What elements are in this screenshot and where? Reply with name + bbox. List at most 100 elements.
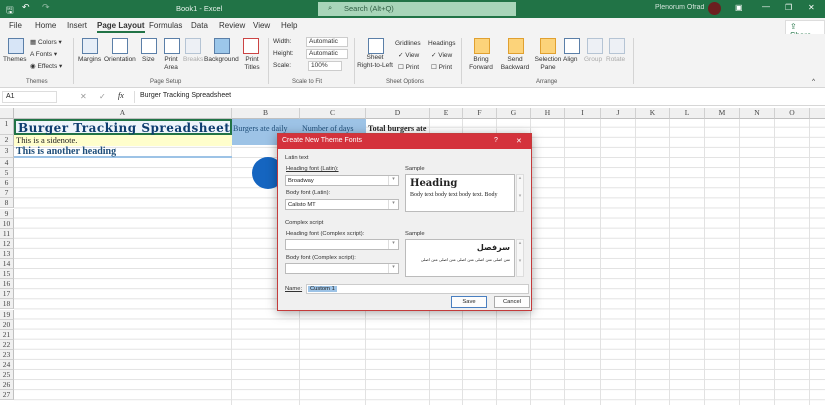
cs-body-font-select[interactable]: ▾ <box>285 263 399 274</box>
row-header-3[interactable]: 3 <box>0 146 14 158</box>
tab-help[interactable]: Help <box>281 21 297 30</box>
tab-data[interactable]: Data <box>191 21 208 30</box>
print-area-button[interactable]: Print Area <box>160 56 182 72</box>
avatar[interactable] <box>708 2 721 15</box>
row-header-24[interactable]: 24 <box>0 360 14 371</box>
body-font-select[interactable]: Calisto MT ▾ <box>285 199 399 210</box>
save-icon[interactable]: 🖫 <box>6 3 14 19</box>
column-header-I[interactable]: I <box>565 108 601 119</box>
gridlines-view-checkbox[interactable]: ✓ View <box>398 52 419 60</box>
redo-icon[interactable]: ↷ <box>42 2 50 13</box>
column-header-L[interactable]: L <box>670 108 705 119</box>
row-header-9[interactable]: 9 <box>0 208 14 219</box>
column-header-D[interactable]: D <box>366 108 430 119</box>
headings-view-checkbox[interactable]: ✓ View <box>431 52 452 60</box>
close-button[interactable]: ✕ <box>516 137 522 145</box>
row-header-18[interactable]: 18 <box>0 299 14 310</box>
collapse-ribbon-icon[interactable]: ^ <box>812 78 815 86</box>
cs-heading-font-select[interactable]: ▾ <box>285 239 399 250</box>
row-header-11[interactable]: 11 <box>0 228 14 239</box>
select-all-button[interactable] <box>0 108 14 119</box>
headings-print-checkbox[interactable]: ☐ Print <box>431 64 452 72</box>
minimize-icon[interactable]: — <box>762 2 770 11</box>
themes-button[interactable]: Themes <box>3 56 26 64</box>
row-header-22[interactable]: 22 <box>0 339 14 350</box>
tab-formulas[interactable]: Formulas <box>149 21 182 30</box>
row-header-15[interactable]: 15 <box>0 269 14 280</box>
row-header-23[interactable]: 23 <box>0 349 14 360</box>
colors-button[interactable]: ▦ Colors ▾ <box>30 39 62 47</box>
sample-scrollbar[interactable]: ▴ ▾ <box>516 174 524 212</box>
enter-icon[interactable]: ✓ <box>99 92 106 101</box>
rotate-button[interactable]: Rotate <box>606 56 625 64</box>
cell-d1[interactable]: Total burgers ate <box>368 124 430 133</box>
column-header-F[interactable]: F <box>463 108 497 119</box>
formula-input[interactable]: Burger Tracking Spreadsheet <box>134 91 824 103</box>
cell-a2[interactable]: This is a sidenote. <box>14 135 232 146</box>
cell-b1[interactable]: Burgers ate daily <box>233 124 288 133</box>
row-header-7[interactable]: 7 <box>0 188 14 199</box>
tab-insert[interactable]: Insert <box>67 21 87 30</box>
width-select[interactable]: Automatic <box>306 37 348 47</box>
row-header-27[interactable]: 27 <box>0 390 14 401</box>
row-header-1[interactable]: 1 <box>0 119 14 135</box>
column-header-P[interactable]: P <box>810 108 825 119</box>
column-header-O[interactable]: O <box>775 108 810 119</box>
undo-icon[interactable]: ↶ <box>22 2 30 13</box>
row-header-10[interactable]: 10 <box>0 218 14 229</box>
column-header-N[interactable]: N <box>740 108 775 119</box>
tab-home[interactable]: Home <box>35 21 56 30</box>
cell-a3[interactable]: This is another heading <box>14 146 232 158</box>
insert-function-icon[interactable]: fx <box>118 91 124 100</box>
bring-forward-button[interactable]: Bring Forward <box>466 56 496 72</box>
row-header-20[interactable]: 20 <box>0 319 14 330</box>
sheet-rtl-button[interactable]: Sheet Right-to-Left <box>357 54 393 70</box>
column-header-A[interactable]: A <box>14 108 232 119</box>
breaks-button[interactable]: Breaks <box>183 56 203 64</box>
ribbon-display-icon[interactable]: ▣ <box>735 3 743 12</box>
cancel-button[interactable]: Cancel <box>494 296 530 308</box>
row-header-21[interactable]: 21 <box>0 329 14 340</box>
gridlines-print-checkbox[interactable]: ☐ Print <box>398 64 419 72</box>
group-button[interactable]: Group <box>584 56 602 64</box>
row-header-19[interactable]: 19 <box>0 309 14 320</box>
height-select[interactable]: Automatic <box>306 49 348 59</box>
row-header-2[interactable]: 2 <box>0 135 14 146</box>
column-header-J[interactable]: J <box>601 108 636 119</box>
name-box[interactable]: A1 <box>2 91 57 103</box>
tab-page-layout[interactable]: Page Layout <box>97 21 145 33</box>
row-header-25[interactable]: 25 <box>0 370 14 381</box>
column-header-B[interactable]: B <box>232 108 300 119</box>
row-header-17[interactable]: 17 <box>0 289 14 300</box>
row-header-6[interactable]: 6 <box>0 178 14 189</box>
size-button[interactable]: Size <box>142 56 155 64</box>
close-icon[interactable]: ✕ <box>808 3 815 12</box>
background-button[interactable]: Background <box>204 56 239 64</box>
row-header-16[interactable]: 16 <box>0 279 14 290</box>
tab-file[interactable]: File <box>9 21 22 30</box>
cell-a1[interactable]: Burger Tracking Spreadsheet <box>14 119 232 135</box>
scale-input[interactable]: 100% <box>308 61 342 71</box>
column-header-G[interactable]: G <box>497 108 531 119</box>
name-input[interactable]: Custom 1 <box>306 284 529 294</box>
align-button[interactable]: Align <box>563 56 577 64</box>
help-button[interactable]: ? <box>494 137 498 144</box>
row-header-13[interactable]: 13 <box>0 248 14 259</box>
row-header-5[interactable]: 5 <box>0 168 14 179</box>
user-name[interactable]: Plenorum Ofrad <box>655 4 704 11</box>
column-header-H[interactable]: H <box>531 108 565 119</box>
sample-scrollbar[interactable]: ▴ ▾ <box>516 239 524 277</box>
tab-review[interactable]: Review <box>219 21 245 30</box>
row-header-12[interactable]: 12 <box>0 238 14 249</box>
restore-icon[interactable]: ❐ <box>785 3 792 12</box>
fonts-button[interactable]: A Fonts ▾ <box>30 51 57 59</box>
print-titles-button[interactable]: Print Titles <box>242 56 262 72</box>
search-box[interactable]: ⌕ Search (Alt+Q) <box>318 2 516 16</box>
save-button[interactable]: Save <box>451 296 487 308</box>
cell-c1[interactable]: Number of days <box>302 124 354 133</box>
orientation-button[interactable]: Orientation <box>104 56 136 64</box>
tab-view[interactable]: View <box>253 21 270 30</box>
column-header-E[interactable]: E <box>430 108 463 119</box>
send-backward-button[interactable]: Send Backward <box>497 56 533 72</box>
cancel-icon[interactable]: ✕ <box>80 92 87 101</box>
